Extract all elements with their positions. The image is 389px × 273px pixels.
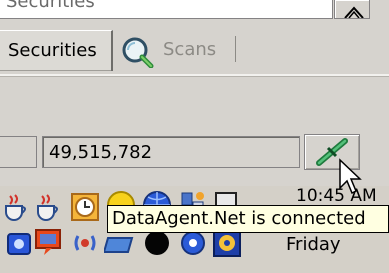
tab-securities[interactable]: Securities xyxy=(0,30,113,71)
mouse-cursor-icon xyxy=(339,158,362,195)
tab-securities-label: Securities xyxy=(8,40,97,61)
sync-icon[interactable] xyxy=(70,228,100,258)
top-dropdown-button[interactable] xyxy=(334,0,370,19)
status-count-field: 49,515,782 xyxy=(42,136,300,168)
status-count-value: 49,515,782 xyxy=(49,142,153,163)
magnifier-icon xyxy=(122,37,154,68)
clock-icon[interactable] xyxy=(70,192,100,222)
connection-tooltip: DataAgent.Net is connected xyxy=(107,205,389,233)
chevron-icon xyxy=(344,6,364,18)
tray-day-label: Friday xyxy=(286,234,341,255)
tray-clock-time[interactable]: 10:45 AM xyxy=(296,186,377,206)
tooltip-text: DataAgent.Net is connected xyxy=(112,208,366,229)
java-icon[interactable] xyxy=(34,192,62,222)
tab-separator xyxy=(235,36,236,62)
tab-scans[interactable]: Scans xyxy=(116,34,238,68)
chat-icon[interactable] xyxy=(34,226,66,258)
securities-field[interactable]: Securities xyxy=(0,0,333,19)
status-field-left xyxy=(0,136,37,168)
java-icon[interactable] xyxy=(2,192,30,222)
securities-field-text: Securities xyxy=(6,0,95,12)
tab-scans-label: Scans xyxy=(163,39,217,60)
panel-divider xyxy=(0,74,389,77)
speaker-icon[interactable] xyxy=(6,228,34,258)
